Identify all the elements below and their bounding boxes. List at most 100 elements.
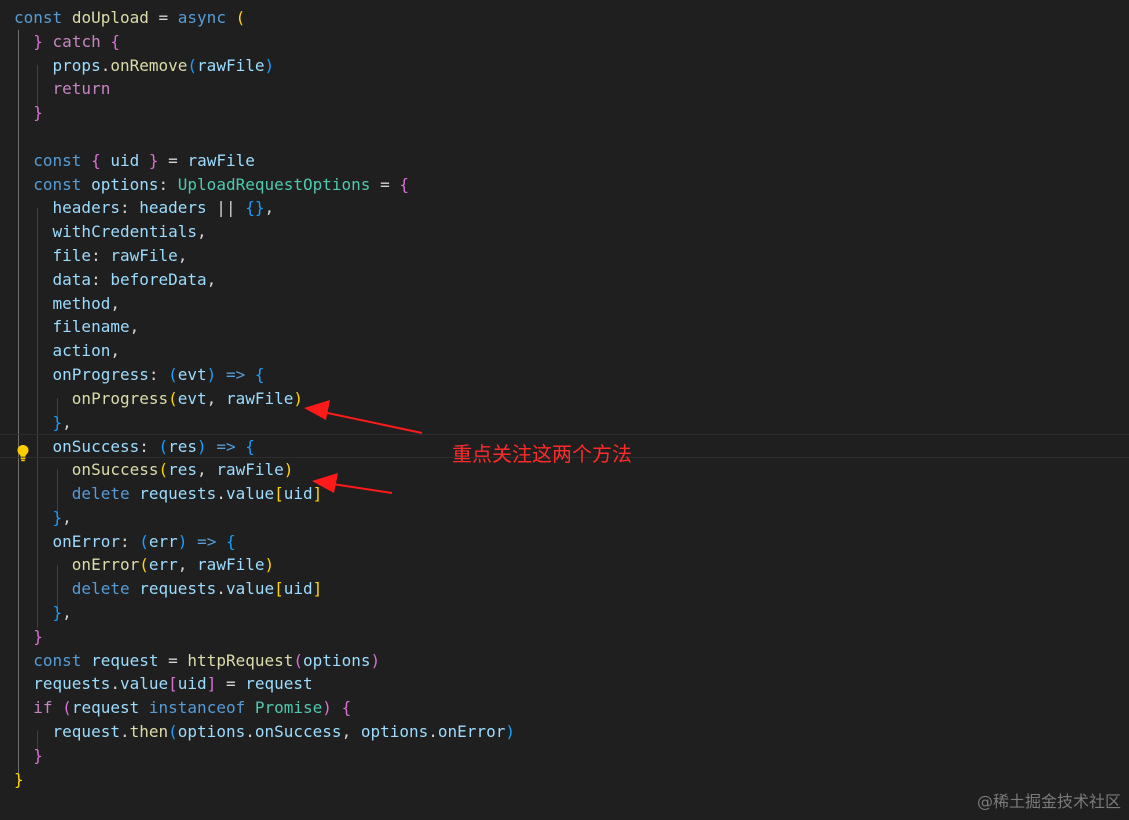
code-token: ( [158, 460, 169, 480]
code-token: ) [370, 650, 381, 670]
code-line[interactable]: } [0, 101, 1129, 125]
code-text: } [14, 625, 43, 649]
code-line[interactable]: requests.value[uid] = request [0, 672, 1129, 696]
code-line[interactable]: onError(err, rawFile) [0, 553, 1129, 577]
code-line[interactable]: delete requests.value[uid] [0, 577, 1129, 601]
code-token: requests [139, 484, 217, 503]
code-token: options [360, 722, 429, 741]
code-token: options [177, 722, 246, 741]
code-token: onError [437, 722, 506, 741]
lightbulb-icon[interactable] [16, 444, 30, 462]
code-token: then [129, 722, 169, 741]
code-line[interactable]: file: rawFile, [0, 244, 1129, 268]
code-token: ( [139, 531, 149, 551]
code-line[interactable]: onProgress(evt, rawFile) [0, 387, 1129, 411]
code-line[interactable]: } [0, 744, 1129, 768]
code-token: { [254, 365, 265, 384]
code-text: onProgress: (evt) => { [14, 363, 265, 387]
code-line[interactable]: }, [0, 411, 1129, 435]
code-token: rawFile [197, 555, 265, 575]
code-line[interactable]: action, [0, 339, 1129, 363]
code-token: . [110, 674, 120, 694]
code-line[interactable]: filename, [0, 315, 1129, 339]
code-token: = [158, 650, 188, 670]
code-token: || [206, 198, 246, 218]
code-line[interactable]: withCredentials, [0, 220, 1129, 244]
code-line[interactable]: const request = httpRequest(options) [0, 649, 1129, 673]
code-token: requests [33, 674, 111, 694]
code-line[interactable]: const doUpload = async ( [0, 6, 1129, 30]
watermark-text: @稀土掘金技术社区 [976, 792, 1121, 811]
code-line[interactable]: const options: UploadRequestOptions = { [0, 173, 1129, 197]
code-line[interactable]: } [0, 625, 1129, 649]
code-token: httpRequest [187, 650, 294, 670]
code-text: delete requests.value[uid] [14, 482, 323, 506]
code-line[interactable]: props.onRemove(rawFile) [0, 54, 1129, 78]
code-text: filename, [14, 315, 140, 339]
code-token: request [91, 650, 159, 670]
code-token: } [52, 603, 63, 622]
code-line[interactable]: if (request instanceof Promise) { [0, 696, 1129, 720]
code-line[interactable] [0, 125, 1129, 149]
code-token: request [245, 674, 313, 694]
code-line[interactable]: onProgress: (evt) => { [0, 363, 1129, 387]
code-token: = [216, 674, 246, 694]
code-token: [ [274, 484, 284, 503]
code-token: file [52, 246, 92, 265]
code-token: catch [52, 31, 101, 51]
code-token: uid [110, 150, 140, 170]
code-text: request.then(options.onSuccess, options.… [14, 720, 515, 744]
code-token: ( [293, 650, 304, 670]
code-token: request [52, 722, 120, 741]
code-line[interactable]: } catch { [0, 30, 1129, 54]
code-line[interactable]: delete requests.value[uid] [0, 482, 1129, 506]
code-line[interactable]: }, [0, 601, 1129, 625]
code-token: ] [312, 579, 323, 599]
code-line[interactable]: }, [0, 506, 1129, 530]
code-editor[interactable]: const doUpload = async ( } catch { props… [0, 0, 1129, 820]
code-token: onProgress [71, 388, 169, 408]
code-text: onSuccess(res, rawFile) [14, 458, 294, 482]
code-line[interactable]: onError: (err) => { [0, 530, 1129, 554]
code-line[interactable]: request.then(options.onSuccess, options.… [0, 720, 1129, 744]
code-token: withCredentials [52, 222, 198, 242]
code-text: props.onRemove(rawFile) [14, 54, 275, 78]
code-token: : [91, 269, 111, 289]
code-token: . [119, 722, 130, 741]
code-text: file: rawFile, [14, 244, 188, 268]
code-token: rawFile [110, 246, 178, 265]
code-line[interactable]: return [0, 77, 1129, 101]
code-token: , [341, 722, 361, 741]
code-token: { [399, 174, 409, 194]
code-token: ( [187, 55, 198, 75]
code-line[interactable]: method, [0, 292, 1129, 316]
code-line[interactable]: data: beforeData, [0, 268, 1129, 292]
code-text: withCredentials, [14, 220, 207, 244]
code-token: UploadRequestOptions [177, 174, 371, 194]
code-line[interactable]: } [0, 768, 1129, 792]
code-token: => [197, 531, 217, 551]
code-text: action, [14, 339, 120, 363]
code-line[interactable]: headers: headers || {}, [0, 196, 1129, 220]
code-token: doUpload [71, 8, 149, 27]
code-text: return [14, 77, 111, 101]
code-line[interactable]: const { uid } = rawFile [0, 149, 1129, 173]
code-token: => [225, 365, 246, 384]
code-text: } catch { [14, 30, 120, 54]
